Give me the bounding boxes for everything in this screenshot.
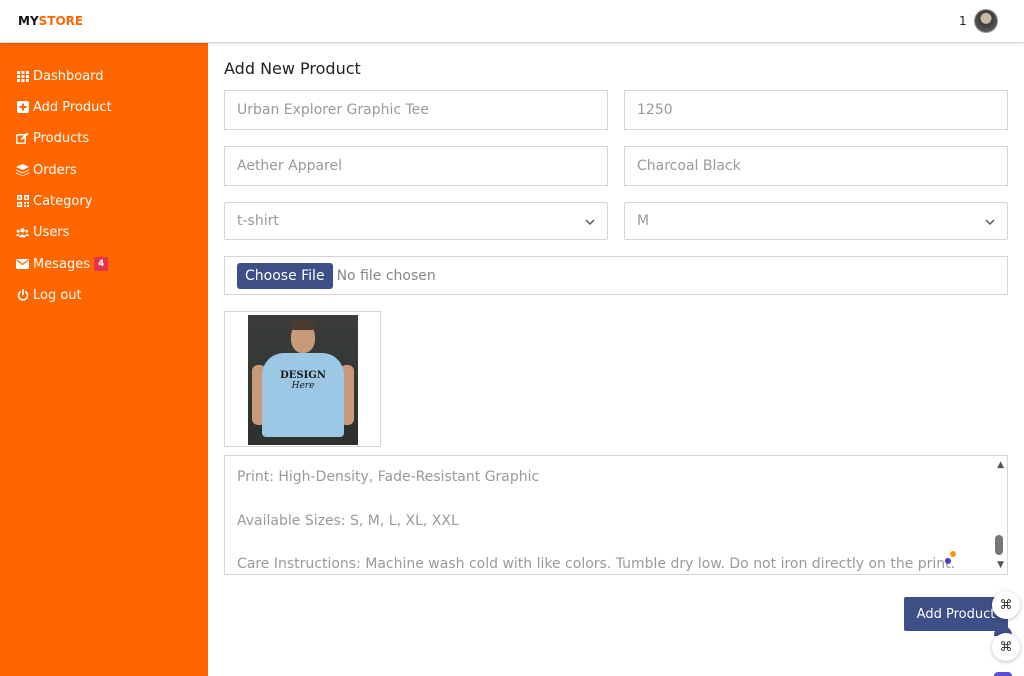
description-textarea[interactable]: Print: High-Density, Fade-Resistant Grap… xyxy=(224,455,1008,575)
textarea-scrollbar[interactable]: ▲ ▼ xyxy=(991,456,1007,574)
image-preview: DESIGN Here xyxy=(224,311,381,447)
sidebar-item-dashboard[interactable]: Dashboard xyxy=(16,67,104,85)
sidebar: Dashboard Add Product Products Orders Ca… xyxy=(0,43,208,676)
command-icon[interactable]: ⌘ xyxy=(992,591,1020,619)
power-icon xyxy=(16,289,29,302)
brand-input[interactable]: Aether Apparel xyxy=(224,146,608,186)
avatar[interactable] xyxy=(974,9,998,33)
sidebar-item-label: Add Product xyxy=(33,99,112,115)
scroll-down-icon[interactable]: ▼ xyxy=(997,560,1004,570)
chevron-down-icon xyxy=(585,215,595,228)
product-image: DESIGN Here xyxy=(248,315,358,445)
sidebar-item-label: Dashboard xyxy=(33,68,104,84)
sidebar-item-logout[interactable]: Log out xyxy=(16,286,82,304)
sidebar-item-products[interactable]: Products xyxy=(16,129,89,147)
preview-design-text: DESIGN xyxy=(280,370,326,381)
sidebar-item-label: Orders xyxy=(33,162,77,178)
description-line: Care Instructions: Machine wash cold wit… xyxy=(237,556,956,572)
brand-my: MY xyxy=(18,14,39,28)
description-line: Available Sizes: S, M, L, XL, XXL xyxy=(237,513,459,529)
messages-badge: 4 xyxy=(93,257,109,271)
chevron-down-icon xyxy=(985,215,995,228)
qrcode-icon xyxy=(16,195,29,208)
category-selected-value: t-shirt xyxy=(237,213,279,229)
grid-icon xyxy=(16,70,29,83)
product-name-input[interactable]: Urban Explorer Graphic Tee xyxy=(224,90,608,130)
extension-dot-icon xyxy=(945,558,951,564)
users-icon xyxy=(16,226,29,239)
size-select[interactable]: M xyxy=(624,202,1008,240)
preview-here-text: Here xyxy=(291,381,315,391)
price-input[interactable]: 1250 xyxy=(624,90,1008,130)
sidebar-item-label: Log out xyxy=(33,287,82,303)
top-navbar: MYSTORE 1 xyxy=(0,0,1024,43)
brand-logo[interactable]: MYSTORE xyxy=(18,14,83,28)
sidebar-item-label: Products xyxy=(33,130,90,146)
page-title: Add New Product xyxy=(224,59,361,78)
brand-store: STORE xyxy=(38,14,84,28)
sidebar-item-users[interactable]: Users xyxy=(16,223,69,241)
command-icon[interactable]: ⌘ xyxy=(992,633,1020,661)
sidebar-item-label: Users xyxy=(33,224,70,240)
envelope-icon xyxy=(16,258,29,271)
sidebar-item-label: Mesages xyxy=(33,256,90,272)
sidebar-item-add-product[interactable]: Add Product xyxy=(16,98,112,116)
notification-count: 1 xyxy=(959,14,967,28)
floating-widget-icon[interactable] xyxy=(994,672,1012,676)
file-input[interactable]: Choose File No file chosen xyxy=(224,256,1008,295)
sidebar-item-orders[interactable]: Orders xyxy=(16,161,77,179)
file-status: No file chosen xyxy=(336,267,436,284)
sidebar-item-messages[interactable]: Mesages 4 xyxy=(16,255,109,273)
sidebar-item-category[interactable]: Category xyxy=(16,192,92,210)
size-selected-value: M xyxy=(637,213,650,229)
layers-icon xyxy=(16,164,29,177)
category-select[interactable]: t-shirt xyxy=(224,202,608,240)
choose-file-button[interactable]: Choose File xyxy=(237,262,333,289)
scroll-up-icon[interactable]: ▲ xyxy=(997,460,1004,470)
scroll-thumb[interactable] xyxy=(995,535,1003,555)
color-input[interactable]: Charcoal Black xyxy=(624,146,1008,186)
plus-square-icon xyxy=(16,101,29,114)
description-line: Print: High-Density, Fade-Resistant Grap… xyxy=(237,469,540,485)
sidebar-item-label: Category xyxy=(33,193,93,209)
edit-icon xyxy=(16,132,29,145)
extension-dot-icon xyxy=(950,551,956,557)
